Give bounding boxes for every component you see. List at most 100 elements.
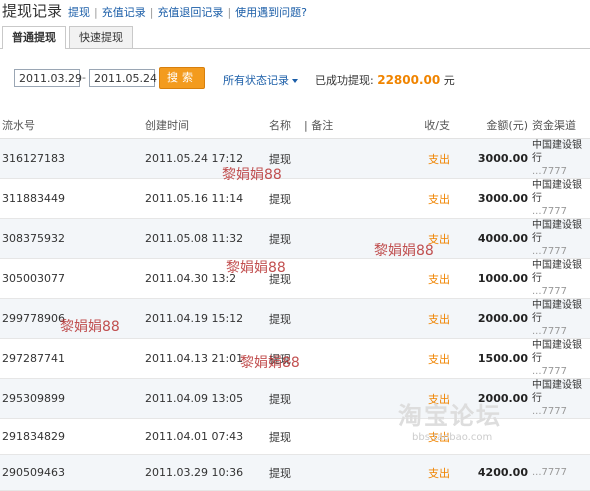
time-cell: 2011.05.16 11:14 <box>145 178 269 219</box>
serial-cell: 297287741 <box>0 338 145 379</box>
filter-bar: 2011.03.29 - 2011.05.24 搜索 所有状态记录 已成功提现:… <box>0 66 590 94</box>
in-out-cell: 支出 <box>406 258 464 299</box>
remark-cell <box>304 178 406 219</box>
time-cell: 2011.05.08 11:32 <box>145 218 269 259</box>
watermark-text: 黎娟娟88 <box>60 319 120 335</box>
start-date-input[interactable]: 2011.03.29 <box>14 69 82 87</box>
bank-name: 中国建设银行 <box>532 340 582 364</box>
bank-name: 中国建设银行 <box>532 180 582 204</box>
col-channel: 资金渠道 <box>532 112 590 139</box>
serial-cell: 316127183 <box>0 138 145 179</box>
channel-cell: 中国建设银行 ...7777 <box>532 138 590 179</box>
table-row: 305003077 2011.04.30 13:2 提现 支出 1000.00 中国建设银… <box>0 258 590 299</box>
remark-cell <box>304 338 406 379</box>
time-cell: 2011.04.19 15:12 <box>145 298 269 339</box>
amount-cell: 1500.00 <box>464 338 532 379</box>
name-cell: 提现 <box>269 418 304 455</box>
header-links: 提现 | 充值记录 | 充值退回记录 | 使用遇到问题? <box>68 6 307 19</box>
col-name: 名称 <box>269 112 304 139</box>
channel-cell: 中国建设银行 ...7777 <box>532 298 590 339</box>
time-cell: 2011.04.01 07:43 <box>145 418 269 455</box>
tab-normal-withdraw[interactable]: 普通提现 <box>2 26 66 49</box>
amount-cell: 1000.00 <box>464 258 532 299</box>
card-suffix: ...7777 <box>532 286 567 297</box>
success-label: 已成功提现: <box>315 74 374 87</box>
serial-cell: 291834829 <box>0 418 145 455</box>
card-suffix: ...7777 <box>532 467 567 478</box>
remark-cell <box>304 418 406 455</box>
end-date-input[interactable]: 2011.05.24 <box>89 69 157 87</box>
serial-cell: 311883449 <box>0 178 145 219</box>
amount-cell: 2000.00 <box>464 298 532 339</box>
col-in-out: 收/支 <box>406 112 464 139</box>
amount-cell: 4000.00 <box>464 218 532 259</box>
channel-cell: 中国建设银行 ...7777 <box>532 218 590 259</box>
site-watermark-url: bbs.taobao.com <box>412 432 493 443</box>
in-out-cell: 支出 <box>406 138 464 179</box>
card-suffix: ...7777 <box>532 406 567 417</box>
remark-cell <box>304 378 406 419</box>
channel-cell: 中国建设银行 ...7777 <box>532 178 590 219</box>
col-remark: | 备注 <box>304 112 406 139</box>
remark-cell <box>304 258 406 299</box>
recharge-records-link[interactable]: 充值记录 <box>102 6 146 19</box>
bank-name: 中国建设银行 <box>532 300 582 324</box>
channel-cell: ...7777 <box>532 454 590 491</box>
help-link[interactable]: 使用遇到问题? <box>235 6 307 19</box>
watermark-text: 黎娟娟88 <box>374 243 434 259</box>
tab-fast-withdraw[interactable]: 快速提现 <box>69 26 133 48</box>
site-watermark-logo: 淘宝论坛 <box>398 402 502 430</box>
withdraw-link[interactable]: 提现 <box>68 6 90 19</box>
card-suffix: ...7777 <box>532 246 567 257</box>
in-out-cell: 支出 <box>406 454 464 491</box>
name-cell: 提现 <box>269 454 304 491</box>
recharge-refund-records-link[interactable]: 充值退回记录 <box>157 6 223 19</box>
col-amount: 金额(元) <box>464 112 532 139</box>
time-cell: 2011.03.29 10:36 <box>145 454 269 491</box>
col-serial: 流水号 <box>0 112 145 139</box>
remark-cell <box>304 138 406 179</box>
channel-cell <box>532 418 590 455</box>
in-out-cell: 支出 <box>406 338 464 379</box>
remark-cell <box>304 298 406 339</box>
tab-bar: 普通提现 快速提现 <box>0 26 590 49</box>
card-suffix: ...7777 <box>532 326 567 337</box>
channel-cell: 中国建设银行 ...7777 <box>532 258 590 299</box>
serial-cell: 308375932 <box>0 218 145 259</box>
table-row: 290509463 2011.03.29 10:36 提现 支出 4200.00 ...7… <box>0 454 590 491</box>
channel-cell: 中国建设银行 ...7777 <box>532 378 590 419</box>
chevron-down-icon <box>292 79 298 83</box>
amount-cell: 4200.00 <box>464 454 532 491</box>
card-suffix: ...7777 <box>532 206 567 217</box>
channel-cell: 中国建设银行 ...7777 <box>532 338 590 379</box>
card-suffix: ...7777 <box>532 366 567 377</box>
name-cell: 提现 <box>269 218 304 259</box>
remark-cell <box>304 454 406 491</box>
page-header: 提现记录 提现 | 充值记录 | 充值退回记录 | 使用遇到问题? <box>0 0 590 22</box>
bank-name: 中国建设银行 <box>532 140 582 164</box>
watermark-text: 黎娟娟88 <box>226 260 286 276</box>
table-header-row: 流水号 创建时间 名称 | 备注 收/支 金额(元) 资金渠道 <box>0 112 590 139</box>
serial-cell: 290509463 <box>0 454 145 491</box>
bank-name: 中国建设银行 <box>532 380 582 404</box>
status-filter-dropdown[interactable]: 所有状态记录 <box>223 72 298 88</box>
currency-label: 元 <box>443 74 455 87</box>
serial-cell: 305003077 <box>0 258 145 299</box>
serial-cell: 295309899 <box>0 378 145 419</box>
success-summary: 已成功提现: 22800.00 元 <box>315 72 455 88</box>
records-table: 流水号 创建时间 名称 | 备注 收/支 金额(元) 资金渠道 31612718… <box>0 112 590 491</box>
watermark-text: 黎娟娟88 <box>240 355 300 371</box>
amount-cell: 3000.00 <box>464 178 532 219</box>
bank-name: 中国建设银行 <box>532 260 582 284</box>
success-amount: 22800.00 <box>377 73 441 87</box>
name-cell: 提现 <box>269 378 304 419</box>
watermark-text: 黎娟娟88 <box>222 167 282 183</box>
table-row: 311883449 2011.05.16 11:14 提现 支出 3000.00 中国建设… <box>0 178 590 219</box>
status-filter-label: 所有状态记录 <box>223 74 289 87</box>
name-cell: 提现 <box>269 298 304 339</box>
name-cell: 提现 <box>269 178 304 219</box>
time-cell: 2011.04.09 13:05 <box>145 378 269 419</box>
in-out-cell: 支出 <box>406 178 464 219</box>
search-button[interactable]: 搜索 <box>159 67 205 89</box>
bank-name: 中国建设银行 <box>532 220 582 244</box>
